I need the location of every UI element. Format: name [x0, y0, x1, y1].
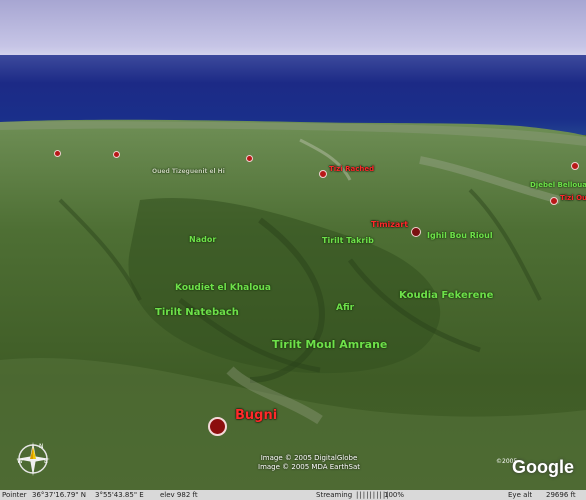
compass-icon[interactable]: N E W — [13, 439, 53, 479]
streaming-label: Streaming — [316, 491, 353, 499]
status-bar: Pointer 36°37'16.79" N 3°55'43.85" E ele… — [0, 490, 586, 500]
terrain-label: Tirilt Moul Amrane — [272, 338, 388, 351]
svg-text:W: W — [17, 458, 23, 465]
longitude-readout: 3°55'43.85" E — [95, 491, 144, 499]
place-label: Tizi Rached — [329, 165, 375, 173]
place-dot — [411, 227, 421, 237]
terrain-label: Afir — [336, 303, 355, 313]
terrain-label: Koudiet el Khaloua — [175, 283, 271, 293]
imagery-credit: Image © 2005 MDA EarthSat — [258, 463, 360, 471]
pointer-label: Pointer — [2, 491, 27, 499]
svg-text:N: N — [39, 443, 44, 450]
place-label: Bugni — [235, 408, 278, 423]
terrain-label: Tirilt Natebach — [155, 307, 239, 318]
terrain-label: Ighil Bou Rioul — [427, 231, 493, 240]
place-dot — [113, 151, 120, 158]
place-dot — [571, 162, 579, 170]
terrain-label: Djebel Belloua — [530, 181, 586, 189]
place-dot — [208, 417, 227, 436]
latitude-readout: 36°37'16.79" N — [32, 491, 86, 499]
terrain-label: Tirilt Takrib — [322, 236, 374, 245]
eye-alt-readout: 29696 ft — [546, 491, 576, 499]
terrain-label: Oued Tizeguenit el Hi — [152, 168, 225, 175]
place-dot — [246, 155, 253, 162]
terrain-imagery — [0, 119, 586, 490]
elevation-readout: elev 982 ft — [160, 491, 198, 499]
google-logo: Google — [512, 457, 574, 477]
terrain-label: Koudia Fekerene — [399, 290, 494, 301]
place-label: Timizart — [371, 220, 409, 229]
place-dot — [319, 170, 327, 178]
streaming-percent: 100% — [384, 491, 405, 499]
place-label: Tizi Ou — [560, 194, 586, 202]
place-dot — [54, 150, 61, 157]
svg-text:E: E — [44, 458, 48, 465]
terrain-label: Nador — [189, 235, 217, 244]
map-viewport[interactable]: Tizi Rached Timizart Tizi Ou Bugni Oued … — [0, 0, 586, 500]
place-dot — [550, 197, 558, 205]
eye-alt-label: Eye alt — [508, 491, 533, 499]
